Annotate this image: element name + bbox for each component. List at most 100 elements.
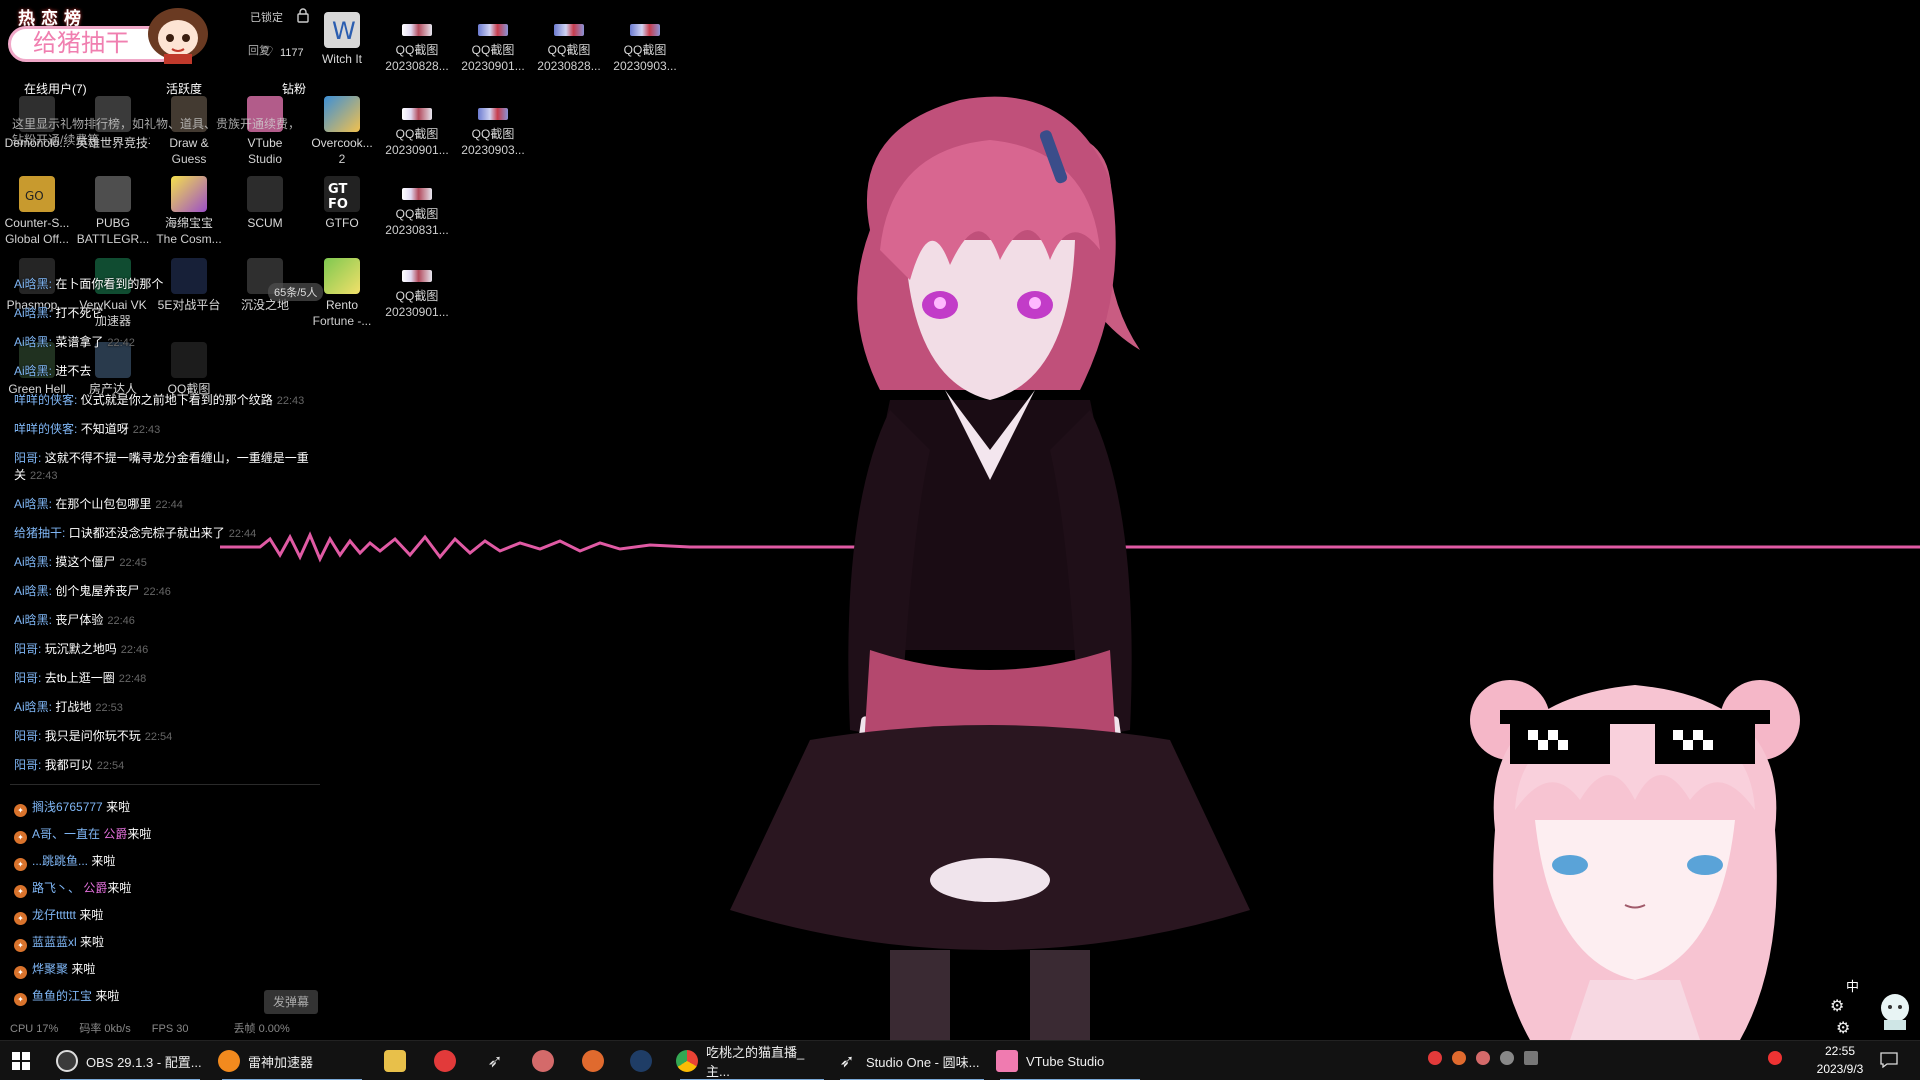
chrome-icon bbox=[676, 1050, 698, 1072]
studio-one-icon: ➶ bbox=[839, 1051, 855, 1071]
chat-message: Ai晗黑: 在卜面你看到的那个 bbox=[14, 277, 164, 291]
desktop-icon[interactable]: W Witch It bbox=[305, 12, 379, 67]
svg-text:GT: GT bbox=[328, 182, 347, 197]
desktop-icon[interactable]: Overcook... 2 bbox=[305, 96, 379, 167]
fps-stat: FPS 30 bbox=[151, 1023, 189, 1035]
screenshot-file-icon bbox=[402, 188, 432, 200]
gtfo-icon: GT FO bbox=[324, 176, 360, 212]
activity-tab[interactable]: 活跃度 bbox=[166, 80, 202, 97]
desktop-icon[interactable]: QQ截图 20230903... bbox=[456, 96, 530, 158]
entry-item: ✦ 路飞丶、 公爵来啦 bbox=[14, 880, 131, 898]
chat-message: 阳哥: 去tb上逛一圈 22:48 bbox=[14, 671, 147, 685]
chat-message: 给猪抽干: 口诀都还没念完棕子就出来了 22:44 bbox=[14, 526, 257, 540]
taskbar-item-obs[interactable]: OBS 29.1.3 - 配置... bbox=[56, 1041, 204, 1080]
rank-banner: 热恋榜 给猪抽干 bbox=[8, 4, 223, 64]
chat-message: 阳哥: 我只是问你玩不玩 22:54 bbox=[14, 729, 173, 743]
chat-message: Ai晗黑: 菜谱拿了 22:42 bbox=[14, 335, 135, 349]
bitrate-stat: 码率 0kb/s bbox=[79, 1023, 131, 1035]
chat-message: 咩咩的侠客: 不知道呀 22:43 bbox=[14, 422, 161, 436]
entry-item: ✦ A哥、一直在 公爵来啦 bbox=[14, 826, 151, 844]
send-danmaku-button[interactable]: 发弹幕 bbox=[264, 990, 318, 1014]
spongebob-icon bbox=[171, 176, 207, 212]
tray-netease-icon[interactable] bbox=[1428, 1051, 1442, 1065]
mascot-mini-icon bbox=[1878, 990, 1912, 1030]
desktop-icon[interactable]: PUBG BATTLEGR... bbox=[76, 176, 150, 247]
desktop-icon[interactable]: 海绵宝宝 The Cosm... bbox=[152, 176, 226, 247]
screenshot-file-icon bbox=[402, 24, 432, 36]
fan-badge-icon: ✦ bbox=[14, 885, 27, 898]
tray-monitor-icon[interactable] bbox=[1524, 1051, 1538, 1065]
vtuber-avatar bbox=[1440, 660, 1830, 1040]
locked-label: 已锁定 bbox=[250, 12, 283, 24]
chat-message: Ai晗黑: 在那个山包包哪里 22:44 bbox=[14, 497, 183, 511]
notification-icon[interactable] bbox=[1880, 1052, 1898, 1069]
chat-message: Ai晗黑: 创个鬼屋养丧尸 22:46 bbox=[14, 584, 171, 598]
screenshot-file-icon bbox=[402, 108, 432, 120]
like-count: 1177 bbox=[280, 47, 304, 59]
tray-shield-icon[interactable] bbox=[1452, 1051, 1466, 1065]
desktop-icon[interactable]: GT FO GTFO bbox=[305, 176, 379, 231]
desktop-icon[interactable]: QQ截图 20230901... bbox=[456, 12, 530, 74]
screenshot-file-icon bbox=[554, 24, 584, 36]
taskbar-item-studio-one[interactable]: ➶ Studio One - 圆味... bbox=[836, 1041, 988, 1080]
desktop-icon[interactable]: QQ截图 20230903... bbox=[608, 12, 682, 74]
fox-app-icon[interactable] bbox=[532, 1050, 554, 1072]
fan-badge-icon: ✦ bbox=[14, 966, 27, 979]
chat-divider bbox=[10, 784, 320, 785]
taskbar-item-chrome[interactable]: 吃桃之的猫直播_主... bbox=[676, 1041, 828, 1080]
shield-app-icon[interactable] bbox=[582, 1050, 604, 1072]
entry-item: ✦ 烨聚聚 来啦 bbox=[14, 961, 95, 979]
fans-tab[interactable]: 钻粉 bbox=[282, 80, 306, 97]
svg-text:W: W bbox=[332, 17, 356, 45]
taskbar: OBS 29.1.3 - 配置... 雷神加速器 ➶ 吃桃之的猫直播_主... … bbox=[0, 1040, 1920, 1080]
cpu-stat: CPU 17% bbox=[10, 1023, 59, 1035]
chat-message: Ai晗黑: 打战地 22:53 bbox=[14, 700, 123, 714]
online-users-tab[interactable]: 在线用户(7) bbox=[24, 80, 87, 97]
desktop-icon[interactable]: SCUM bbox=[228, 176, 302, 231]
screenshot-file-icon bbox=[478, 108, 508, 120]
desktop-icon[interactable]: GO Counter-S... Global Off... bbox=[0, 176, 74, 247]
settings-gear-icon[interactable]: ⚙ bbox=[1830, 996, 1844, 1016]
desktop-icon[interactable]: QQ截图 20230828... bbox=[380, 12, 454, 74]
screenshot-file-icon bbox=[478, 24, 508, 36]
chat-message: 咩咩的侠客: 仪式就是你之前地下看到的那个纹路 22:43 bbox=[14, 393, 305, 407]
clock-time[interactable]: 22:55 bbox=[1810, 1044, 1870, 1058]
desktop-icon[interactable]: QQ截图 20230831... bbox=[380, 176, 454, 238]
windows-start-icon[interactable] bbox=[12, 1052, 30, 1070]
desktop-icon[interactable]: QQ截图 20230828... bbox=[532, 12, 606, 74]
mascot-avatar bbox=[138, 0, 218, 64]
chat-message: Ai晗黑: 打不死它 bbox=[14, 306, 104, 320]
fan-badge-icon: ✦ bbox=[14, 804, 27, 817]
drop-stat: 丢帧 0.00% bbox=[233, 1023, 290, 1035]
feather-app-icon[interactable]: ➶ bbox=[484, 1050, 506, 1072]
taskbar-item-leishen[interactable]: 雷神加速器 bbox=[218, 1041, 366, 1080]
witch-it-icon: W bbox=[324, 12, 360, 48]
pubg-icon bbox=[95, 176, 131, 212]
entry-item: ✦ 蓝蓝蓝xl 来啦 bbox=[14, 934, 104, 952]
rento-fortune-icon bbox=[324, 258, 360, 294]
steam-icon[interactable] bbox=[630, 1050, 652, 1072]
entry-item: ✦ 鱼鱼的江宝 来啦 bbox=[14, 988, 119, 1006]
fan-badge-icon: ✦ bbox=[14, 939, 27, 952]
desktop-icon[interactable]: QQ截图 20230901... bbox=[380, 96, 454, 158]
lock-icon[interactable] bbox=[296, 7, 310, 23]
pinned-app-icon[interactable] bbox=[384, 1050, 406, 1072]
screenshot-file-icon bbox=[630, 24, 660, 36]
fan-badge-icon: ✦ bbox=[14, 858, 27, 871]
taskbar-item-vtube-studio[interactable]: VTube Studio bbox=[996, 1041, 1144, 1080]
gift-hint: 这里显示礼物排行榜，如礼物、道具、贵族开通续费，钻粉开通/续费等 bbox=[12, 117, 301, 147]
tray-sogou-icon[interactable] bbox=[1768, 1051, 1782, 1065]
svg-text:FO: FO bbox=[328, 197, 348, 212]
chat-message: Ai晗黑: 丧尸体验 22:46 bbox=[14, 613, 135, 627]
ime-indicator[interactable]: 中 bbox=[1846, 976, 1859, 995]
entry-item: ✦ 龙仔tttttt 来啦 bbox=[14, 907, 103, 925]
chat-message: Ai晗黑: 摸这个僵尸 22:45 bbox=[14, 555, 147, 569]
scum-icon bbox=[247, 176, 283, 212]
settings-gear-icon[interactable]: ⚙ bbox=[1836, 1018, 1850, 1038]
tray-feather-icon[interactable] bbox=[1500, 1051, 1514, 1065]
clock-date[interactable]: 2023/9/3 bbox=[1800, 1062, 1880, 1076]
netease-music-icon[interactable] bbox=[434, 1050, 456, 1072]
obs-stats: CPU 17% 码率 0kb/s FPS 30 丢帧 0.00% bbox=[10, 1020, 290, 1036]
tray-fox-icon[interactable] bbox=[1476, 1051, 1490, 1065]
desktop-icon[interactable]: QQ截图 20230901... bbox=[380, 258, 454, 320]
